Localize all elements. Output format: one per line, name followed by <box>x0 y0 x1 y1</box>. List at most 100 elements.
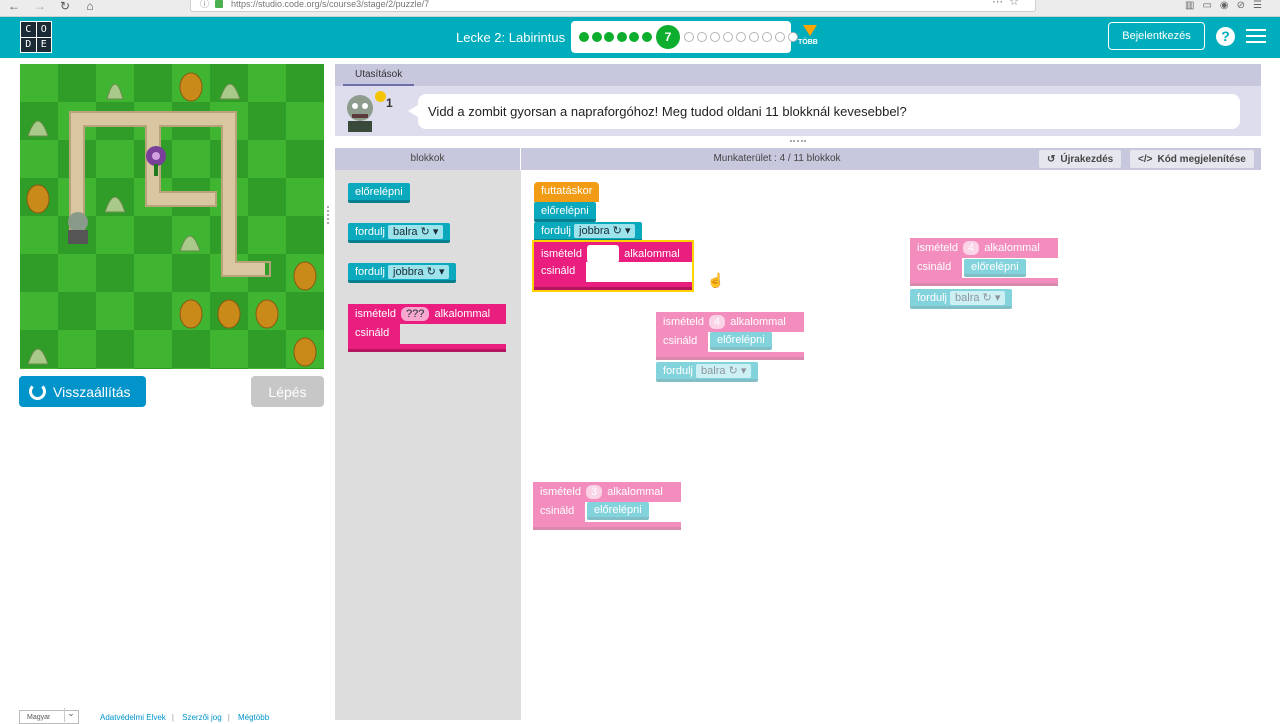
hint-lightbulb-icon[interactable] <box>375 91 386 102</box>
puzzle-dot-completed[interactable] <box>629 32 639 42</box>
block-label: fordulj <box>917 292 947 304</box>
workspace-canvas[interactable]: futtatáskor előrelépni fordulj jobbra ↻ … <box>521 170 1261 720</box>
direction-dropdown[interactable]: jobbra ↻ ▾ <box>574 224 636 238</box>
show-code-label: Kód megjelenítése <box>1157 153 1246 165</box>
puzzle-dot-completed[interactable] <box>591 32 602 42</box>
footer-links: Adatvédelmi Elvek | Szerzői jog | Mégtöbb <box>100 713 270 722</box>
block-label: előrelépni <box>971 261 1019 273</box>
hint-move-block: előrelépni <box>587 502 649 520</box>
block-label: ismételd <box>663 316 704 328</box>
maze-canvas <box>20 64 324 369</box>
code-icon: </> <box>1138 153 1153 165</box>
forward-icon[interactable]: → <box>32 0 48 14</box>
info-icon[interactable]: ⓘ <box>200 0 209 9</box>
maze-image <box>20 64 324 369</box>
puzzle-dot-todo[interactable] <box>697 32 707 42</box>
program-turn-block[interactable]: fordulj jobbra ↻ ▾ <box>534 222 643 242</box>
block-label: ismételd <box>540 486 581 498</box>
code-org-logo[interactable]: C O D E <box>20 21 52 53</box>
panel-resize-handle[interactable] <box>327 206 331 224</box>
puzzle-dot-completed[interactable] <box>641 32 652 42</box>
puzzle-progress: 7 <box>571 21 798 53</box>
browser-toolbar-icons[interactable]: ▥▭◉⊘☰ <box>1185 0 1270 11</box>
puzzle-dot-todo[interactable] <box>710 32 720 42</box>
footer: Magyar Adatvédelmi Elvek| Szerzői jog| M… <box>0 708 330 724</box>
toolbox-repeat-block[interactable]: ismételd ??? alkalommal csináld <box>348 304 506 352</box>
instruction-text: Vidd a zombit gyorsan a napraforgóhoz! M… <box>408 94 1240 129</box>
signin-button[interactable]: Bejelentkezés <box>1108 22 1205 50</box>
reload-icon[interactable]: ↻ <box>57 0 73 14</box>
puzzle-dot-current[interactable]: 7 <box>656 25 680 49</box>
step-button[interactable]: Lépés <box>251 376 324 407</box>
repeat-do-label: csináld <box>533 502 585 522</box>
toolbox-turn-left-block[interactable]: fordulj balra ↻ ▾ <box>348 223 451 243</box>
home-icon[interactable]: ⌂ <box>82 0 98 14</box>
puzzle-dot-todo[interactable] <box>684 32 694 42</box>
privacy-link[interactable]: Adatvédelmi Elvek <box>100 713 166 722</box>
repeat-count: 4 <box>709 315 726 329</box>
tab-instructions[interactable]: Utasítások <box>343 64 415 86</box>
repeat-block-bottom <box>348 344 506 352</box>
hint-turn-block: fordulj balra ↻ ▾ <box>910 289 1013 309</box>
app-header: C O D E Lecke 2: Labirintus 7 TÖBB Bejel… <box>0 17 1280 58</box>
block-label: előrelépni <box>355 186 403 198</box>
puzzle-dot-completed[interactable] <box>616 32 627 42</box>
toolbox-move-block[interactable]: előrelépni <box>348 183 410 203</box>
repeat-do-label: csináld <box>534 262 586 282</box>
repeat-do-label: csináld <box>910 258 962 278</box>
repeat-count-input[interactable] <box>587 245 620 263</box>
show-code-button[interactable]: </> Kód megjelenítése <box>1130 150 1254 168</box>
direction-dropdown[interactable]: jobbra ↻ ▾ <box>388 265 450 279</box>
hint-move-block: előrelépni <box>964 259 1026 277</box>
zombie-sprite <box>68 212 88 244</box>
block-label: ismételd <box>541 247 582 260</box>
block-label: fordulj <box>663 365 693 377</box>
help-icon[interactable]: ? <box>1216 27 1235 46</box>
address-bar[interactable]: ⓘ https://studio.code.org/s/course3/stag… <box>190 0 1036 12</box>
restart-button[interactable]: ↺ Újrakezdés <box>1039 150 1122 168</box>
reset-button[interactable]: Visszaállítás <box>19 376 146 407</box>
logo-letter: D <box>21 37 36 52</box>
mouse-cursor-icon: ☝ <box>707 272 725 288</box>
puzzle-dot-todo[interactable] <box>762 32 772 42</box>
puzzle-dot-completed[interactable] <box>579 32 589 42</box>
lesson-title[interactable]: Lecke 2: Labirintus <box>456 30 565 45</box>
repeat-block-bottom <box>533 522 681 530</box>
puzzle-dot-todo[interactable] <box>775 32 785 42</box>
workspace-title: Munkaterület : 4 / 11 blokkok <box>713 153 841 164</box>
workspace-header: blokkok Munkaterület : 4 / 11 blokkok ↺ … <box>335 148 1261 170</box>
program-move-block[interactable]: előrelépni <box>534 202 596 222</box>
repeat-count-field[interactable]: ??? <box>401 307 430 321</box>
block-label: alkalommal <box>624 247 680 260</box>
puzzle-dot-todo[interactable] <box>749 32 759 42</box>
block-label: alkalommal <box>984 242 1040 254</box>
when-run-block[interactable]: futtatáskor <box>534 182 600 202</box>
copyright-link[interactable]: Szerzői jog <box>182 713 222 722</box>
more-label[interactable]: TÖBB <box>798 39 818 46</box>
repeat-do-label: csináld <box>656 332 708 352</box>
direction-dropdown: balra ↻ ▾ <box>950 291 1006 305</box>
toolbox: előrelépni fordulj balra ↻ ▾ fordulj job… <box>335 170 521 720</box>
language-select[interactable]: Magyar <box>19 708 79 724</box>
more-link[interactable]: Mégtöbb <box>238 713 269 722</box>
instructions-resize-handle[interactable] <box>790 140 806 144</box>
block-label: előrelépni <box>541 205 589 217</box>
puzzle-dot-completed[interactable] <box>604 32 614 42</box>
puzzle-dot-todo[interactable] <box>788 32 798 42</box>
hamburger-menu-icon[interactable] <box>1246 29 1266 44</box>
browser-toolbar: ← → ↻ ⌂ ⓘ https://studio.code.org/s/cour… <box>0 0 1280 17</box>
back-icon[interactable]: ← <box>6 0 22 14</box>
direction-dropdown[interactable]: balra ↻ ▾ <box>388 225 444 239</box>
page-actions-icon[interactable]: ⋯☆ <box>992 0 1025 8</box>
toolbox-turn-right-block[interactable]: fordulj jobbra ↻ ▾ <box>348 263 457 283</box>
puzzle-dot-todo[interactable] <box>723 32 733 42</box>
more-arrow-icon[interactable] <box>803 25 817 36</box>
url-text: https://studio.code.org/s/course3/stage/… <box>231 0 430 9</box>
block-label: fordulj <box>355 266 385 278</box>
program-repeat-block[interactable]: ismételd alkalommal csináld <box>534 242 692 290</box>
page-scrollbar[interactable] <box>1261 64 1280 720</box>
logo-letter: O <box>36 22 51 37</box>
block-label: előrelépni <box>594 504 642 516</box>
block-label: fordulj <box>355 226 385 238</box>
puzzle-dot-todo[interactable] <box>736 32 746 42</box>
